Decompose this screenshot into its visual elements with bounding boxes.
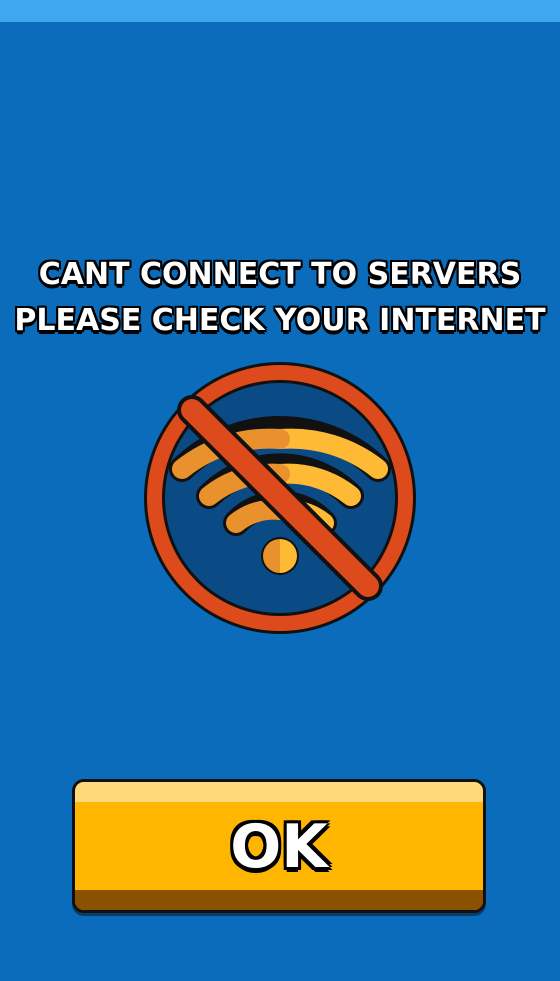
error-message-line-1: CANT CONNECT TO SERVERS bbox=[38, 257, 522, 292]
ok-button-label: OK bbox=[230, 812, 328, 882]
button-shadow bbox=[75, 890, 483, 910]
error-message-line-2: PLEASE CHECK YOUR INTERNET bbox=[14, 303, 546, 338]
button-highlight bbox=[75, 782, 483, 802]
error-message: CANT CONNECT TO SERVERS PLEASE CHECK YOU… bbox=[0, 252, 560, 344]
top-status-strip bbox=[0, 0, 560, 22]
ok-button[interactable]: OK bbox=[72, 779, 486, 913]
no-wifi-icon bbox=[140, 358, 420, 638]
